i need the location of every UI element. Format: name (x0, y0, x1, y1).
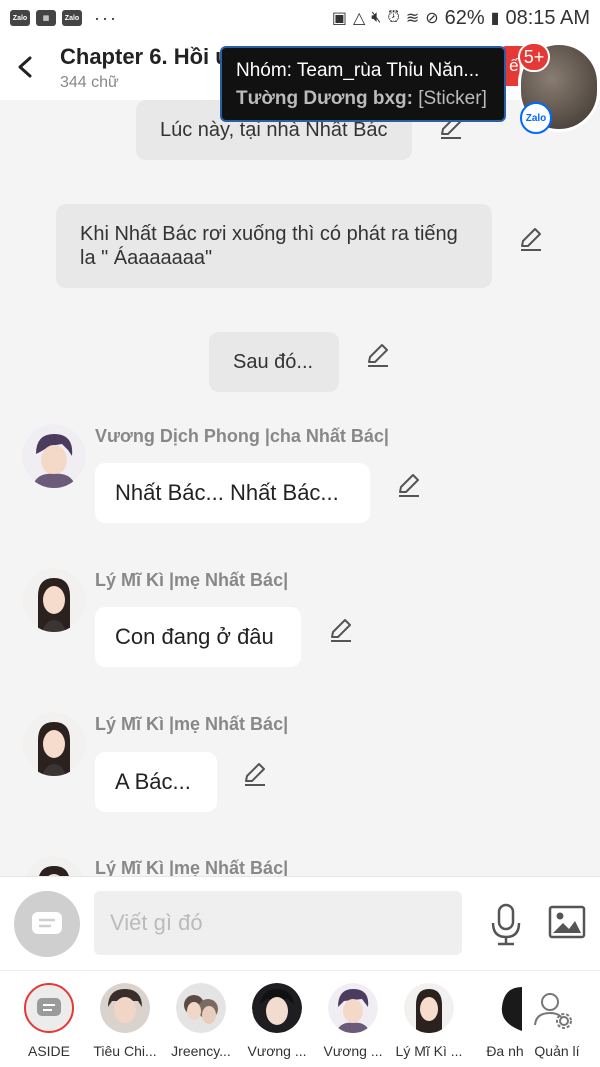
narration-bubble[interactable]: Khi Nhất Bác rơi xuống thì có phát ra ti… (56, 204, 492, 288)
character-label: Tiêu Chi... (93, 1043, 157, 1059)
avatar[interactable] (22, 856, 86, 876)
narration-text: Lúc này, tại nhà Nhất Bác (160, 119, 388, 141)
microphone-icon[interactable] (488, 903, 524, 947)
battery-icon: ▮ (490, 10, 500, 27)
narration-text: Sau đó... (233, 351, 314, 373)
word-count: 344 chữ (60, 74, 119, 91)
chevron-left-icon (18, 56, 32, 78)
message-bubble[interactable]: A Bác... (95, 752, 217, 812)
notification-title: Nhóm: Team_rùa Thỉu Năn... (236, 60, 480, 81)
character-label: ASIDE (27, 1043, 70, 1059)
chat-area[interactable]: Lúc này, tại nhà Nhất Bác Khi Nhất Bác r… (0, 100, 600, 876)
back-button[interactable] (10, 50, 40, 84)
clock: 08:15 AM (505, 6, 590, 29)
notification-body: Tường Dương bxg: [Sticker] (236, 88, 490, 110)
character-item[interactable]: Jreency... (166, 981, 236, 1065)
character-label: Jreency... (171, 1043, 231, 1059)
notification-count-badge: 5+ (518, 42, 550, 72)
character-aside[interactable]: ASIDE (14, 981, 84, 1065)
avatar (252, 983, 302, 1033)
avatar[interactable] (22, 424, 86, 488)
message-input[interactable] (94, 891, 462, 955)
character-item[interactable]: Tiêu Chi... (90, 981, 160, 1065)
edit-icon[interactable] (242, 761, 268, 787)
notification-sender: Tường Dương bxg: (236, 88, 413, 109)
status-bar: Zalo ▦ Zalo ··· ▣ △ 🔇︎ ⏰︎ ≋ ⊘ 62% ▮ 08:1… (0, 0, 600, 36)
avatar[interactable] (22, 568, 86, 632)
narration-bubble[interactable]: Sau đó... (209, 332, 339, 392)
avatar[interactable] (22, 712, 86, 776)
user-settings-icon (534, 993, 572, 1029)
sender-name: Lý Mĩ Kì |mẹ Nhất Bác| (95, 570, 289, 590)
sender-name: Lý Mĩ Kì |mẹ Nhất Bác| (95, 858, 289, 876)
wifi-icon: ≋ (405, 10, 420, 27)
alarm-icon: ⏰︎ (387, 9, 400, 26)
avatar (100, 983, 150, 1033)
edit-icon[interactable] (396, 472, 422, 498)
character-label: Lý Mĩ Kì ... (395, 1043, 463, 1059)
sender-name: Lý Mĩ Kì |mẹ Nhất Bác| (95, 714, 289, 734)
edit-icon[interactable] (518, 226, 544, 252)
avatar (486, 983, 522, 1033)
message-bubble-icon (37, 998, 61, 1016)
character-label: Vương ... (323, 1043, 383, 1059)
aside-toggle-button[interactable] (14, 891, 80, 957)
message-bubble-icon (32, 912, 62, 934)
zalo-icon: Zalo (62, 10, 82, 26)
edit-icon[interactable] (328, 617, 354, 643)
zalo-logo-icon: Zalo (520, 102, 552, 134)
avatar (24, 983, 74, 1033)
sender-name: Vương Dịch Phong |cha Nhất Bác| (95, 426, 389, 446)
character-bar: ASIDE Tiêu Chi... Jreency... Vương ... V… (0, 970, 600, 1067)
character-label: Quản lí (534, 1043, 580, 1059)
avatar (176, 983, 226, 1033)
mute-icon: 🔇︎ (371, 9, 382, 26)
character-item[interactable]: Vương ... (318, 981, 388, 1065)
message-text: Con đang ở đâu (115, 624, 274, 649)
message-bubble[interactable]: Con đang ở đâu (95, 607, 301, 667)
manage-characters-button[interactable]: Quản lí (518, 981, 588, 1065)
message-composer (0, 876, 600, 970)
image-icon: ▦ (36, 10, 56, 26)
narration-text: Khi Nhất Bác rơi xuống thì có phát ra ti… (80, 223, 458, 269)
message-bubble[interactable]: Nhất Bác... Nhất Bác... (95, 463, 370, 523)
character-item[interactable]: Vương ... (242, 981, 312, 1065)
avatar (328, 983, 378, 1033)
data-saver-icon: △ (352, 10, 366, 27)
battery-percent: 62% (444, 6, 485, 29)
chapter-title: Chapter 6. Hồi ứ (60, 44, 230, 69)
message-text: A Bác... (115, 769, 191, 794)
notification-message: [Sticker] (418, 88, 487, 109)
notification-popup[interactable]: Nhóm: Team_rùa Thỉu Năn... Tường Dương b… (220, 46, 506, 122)
zalo-icon: Zalo (10, 10, 30, 26)
nfc-icon: ▣ (331, 10, 347, 27)
more-notifications-icon: ··· (94, 7, 118, 28)
image-icon[interactable] (548, 905, 586, 939)
avatar (404, 983, 454, 1033)
message-text: Nhất Bác... Nhất Bác... (115, 480, 339, 505)
character-item[interactable]: Lý Mĩ Kì ... (394, 981, 464, 1065)
no-signal-icon: ⊘ (425, 10, 439, 27)
character-label: Vương ... (247, 1043, 307, 1059)
edit-icon[interactable] (365, 342, 391, 368)
